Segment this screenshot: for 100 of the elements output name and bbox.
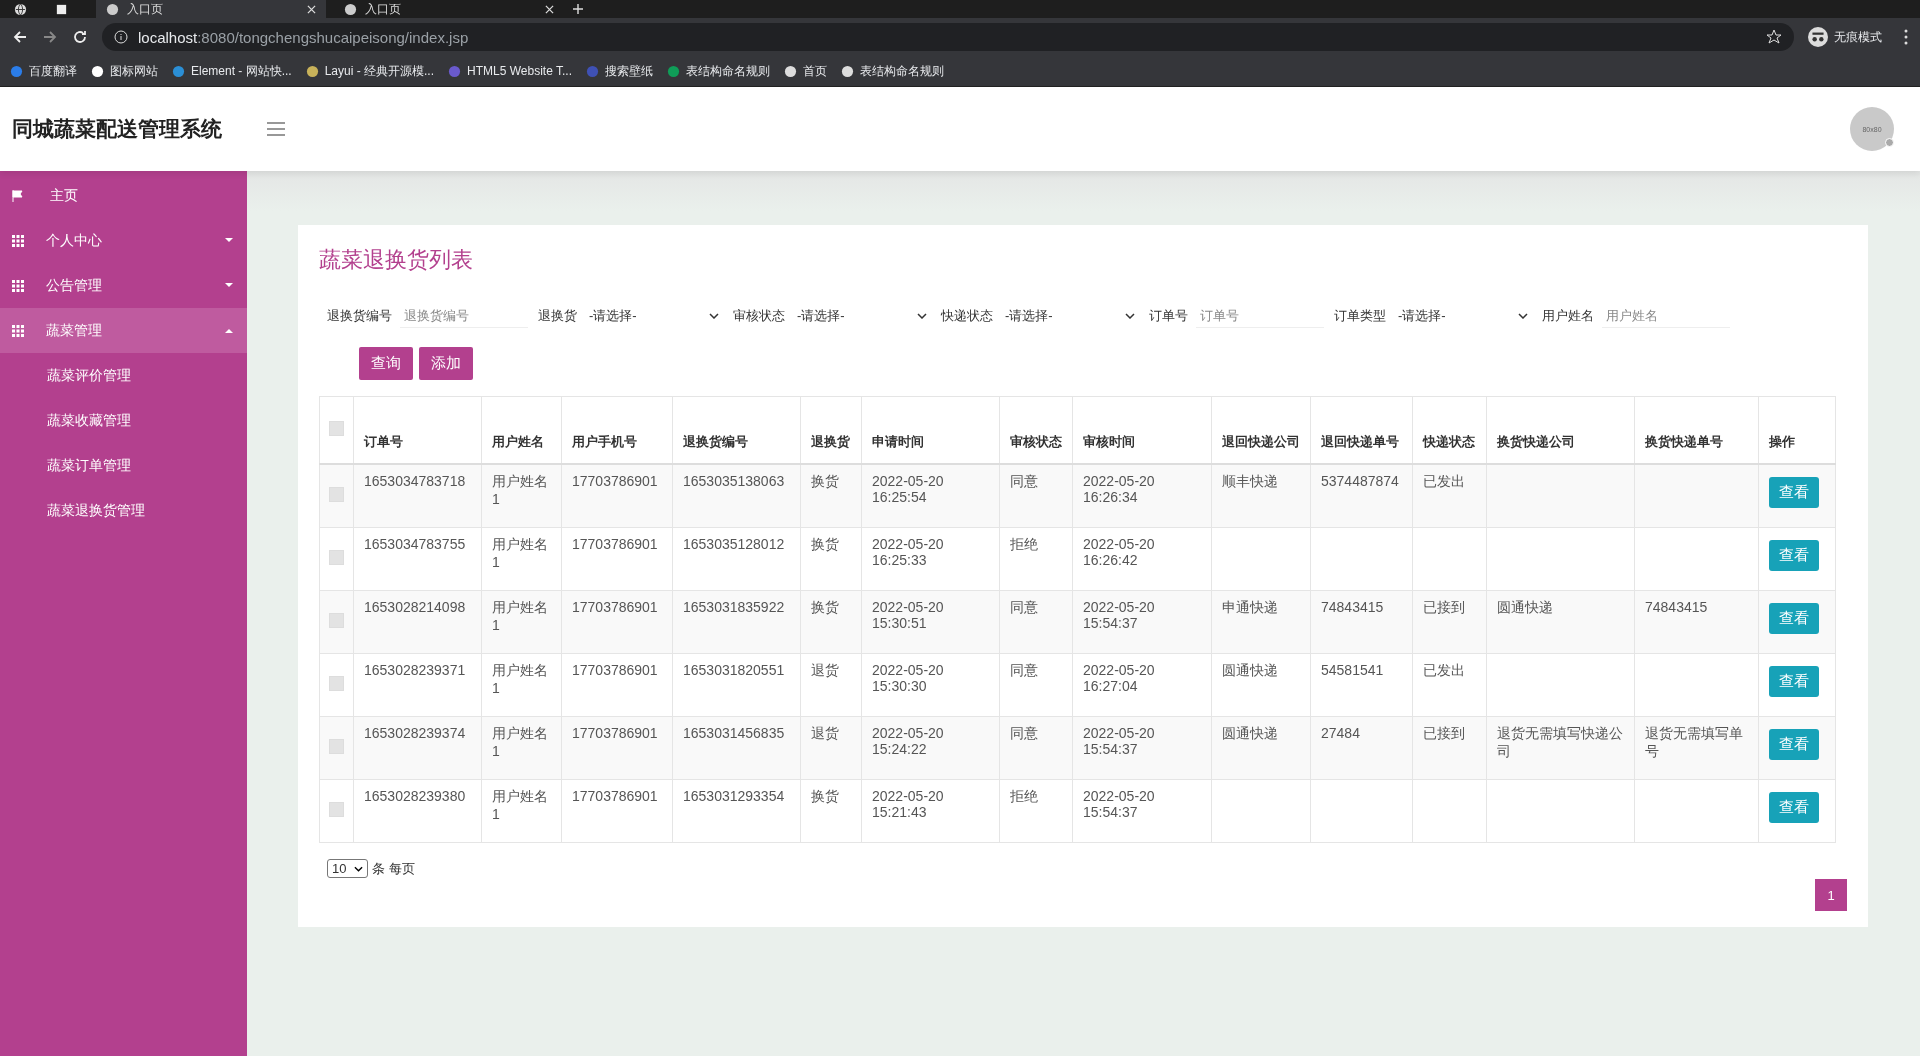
add-button[interactable]: 添加 <box>419 347 473 380</box>
table-cell: 27484 <box>1321 725 1360 741</box>
select-field[interactable]: -请选择- <box>793 303 931 329</box>
view-button[interactable]: 查看 <box>1769 603 1819 634</box>
bookmark[interactable]: 表结构命名规则 <box>667 62 770 80</box>
table-cell: 1653028239374 <box>364 725 466 741</box>
back-icon[interactable] <box>12 29 28 45</box>
sidebar-item[interactable]: 主页 <box>0 173 247 218</box>
table-cell: 已发出 <box>1423 473 1465 489</box>
bookmark[interactable]: HTML5 Website T... <box>448 64 572 78</box>
table-cell: 1653031456835 <box>683 725 785 741</box>
table-cell: 2022-05-20 15:24:22 <box>872 725 944 757</box>
sidebar-item[interactable]: 蔬菜管理 <box>0 308 247 353</box>
sidebar-subitem[interactable]: 蔬菜收藏管理 <box>0 398 247 443</box>
bookmark[interactable]: 搜索壁纸 <box>586 62 653 80</box>
sidebar-subitem[interactable]: 蔬菜退换货管理 <box>0 488 247 533</box>
grid-icon <box>12 234 24 247</box>
close-icon[interactable] <box>307 4 316 14</box>
column-header: 操作 <box>1769 434 1795 449</box>
table-cell: 同意 <box>1010 473 1038 489</box>
table-cell: 1653031835922 <box>683 599 785 615</box>
incognito-icon[interactable] <box>1808 27 1828 47</box>
view-button[interactable]: 查看 <box>1769 540 1819 571</box>
page-title: 蔬菜退换货列表 <box>319 246 474 274</box>
select-field[interactable]: -请选择- <box>1394 303 1532 329</box>
column-header: 审核时间 <box>1083 434 1135 449</box>
checkbox[interactable] <box>329 487 344 502</box>
app-title: 同城蔬菜配送管理系统 <box>12 116 223 142</box>
view-button[interactable]: 查看 <box>1769 666 1819 697</box>
caret-icon <box>225 328 233 333</box>
bookmark[interactable]: 表结构命名规则 <box>841 62 944 80</box>
checkbox[interactable] <box>329 802 344 817</box>
search-button[interactable]: 查询 <box>359 347 413 380</box>
reload-icon[interactable] <box>72 29 88 45</box>
filter-label: 订单号 <box>1149 307 1188 325</box>
bookmark[interactable]: Element - 网站快... <box>172 62 292 80</box>
table-cell: 顺丰快递 <box>1222 473 1278 489</box>
table-cell: 1653028214098 <box>364 599 466 615</box>
chevron-icon <box>709 313 719 319</box>
chevron-icon <box>917 313 927 319</box>
chevron-icon <box>354 865 364 872</box>
view-button[interactable]: 查看 <box>1769 477 1819 508</box>
bookmark[interactable]: Layui - 经典开源模... <box>305 62 435 80</box>
select-field[interactable]: -请选择- <box>585 303 723 329</box>
caret-icon <box>225 238 233 243</box>
new-tab-icon[interactable] <box>572 3 584 15</box>
url-text: localhost:8080/tongchengshucaipeisong/index.jsp <box>138 28 470 46</box>
close-icon[interactable] <box>545 4 554 14</box>
table-cell: 1653028239380 <box>364 788 466 804</box>
table-cell: 用户姓名1 <box>492 725 548 759</box>
column-header: 退回快递公司 <box>1222 434 1300 449</box>
forward-icon[interactable] <box>42 29 58 45</box>
table-cell: 圆通快递 <box>1497 599 1553 615</box>
checkbox[interactable] <box>329 421 344 436</box>
bookmark[interactable]: 百度翻译 <box>10 62 77 80</box>
bookmark-icon <box>667 64 680 78</box>
table-cell: 退货 <box>811 725 839 741</box>
table-cell: 拒绝 <box>1010 536 1038 552</box>
bookmark[interactable]: 图标网站 <box>91 62 158 80</box>
table-cell: 换货 <box>811 788 839 804</box>
caret-icon <box>225 283 233 288</box>
grid-icon <box>12 279 24 292</box>
page-button[interactable]: 1 <box>1815 879 1847 911</box>
checkbox[interactable] <box>329 613 344 628</box>
tab-title: 入口页 <box>127 0 164 18</box>
checkbox[interactable] <box>329 676 344 691</box>
page-icon[interactable] <box>55 2 68 16</box>
browser-tab[interactable]: 入口页 <box>334 0 564 18</box>
table-cell: 1653034783718 <box>364 473 466 489</box>
bookmark[interactable]: 首页 <box>784 62 827 80</box>
sidebar-item[interactable]: 个人中心 <box>0 218 247 263</box>
info-icon <box>114 30 128 44</box>
menu-icon[interactable] <box>1904 29 1908 45</box>
table-cell: 1653035138063 <box>683 473 785 489</box>
browser-tab[interactable]: 入口页 <box>96 0 326 18</box>
checkbox[interactable] <box>329 739 344 754</box>
table-cell: 2022-05-20 16:26:42 <box>1083 536 1155 568</box>
address-bar[interactable]: localhost:8080/tongchengshucaipeisong/index.jsp <box>102 23 1794 51</box>
table-cell: 1653031293354 <box>683 788 785 804</box>
column-header: 订单号 <box>364 434 403 449</box>
table-cell: 2022-05-20 15:54:37 <box>1083 725 1155 757</box>
view-button[interactable]: 查看 <box>1769 729 1819 760</box>
sidebar-subitem[interactable]: 蔬菜订单管理 <box>0 443 247 488</box>
tab-title: 入口页 <box>365 0 402 18</box>
star-icon[interactable] <box>1766 29 1782 45</box>
table-cell: 圆通快递 <box>1222 725 1278 741</box>
filter-label: 快递状态 <box>941 307 993 325</box>
sidebar-subitem[interactable]: 蔬菜评价管理 <box>0 353 247 398</box>
table-cell: 54581541 <box>1321 662 1384 678</box>
view-button[interactable]: 查看 <box>1769 792 1819 823</box>
table-cell: 2022-05-20 16:25:33 <box>872 536 944 568</box>
table-cell: 已接到 <box>1423 725 1465 741</box>
select-field[interactable]: -请选择- <box>1001 303 1139 329</box>
chevron-icon <box>1125 313 1135 319</box>
table-cell: 退货无需填写快递公司 <box>1497 725 1623 759</box>
page-size-select[interactable]: 10 <box>327 859 369 878</box>
column-header: 快递状态 <box>1423 434 1475 449</box>
checkbox[interactable] <box>329 550 344 565</box>
table-cell: 2022-05-20 15:54:37 <box>1083 599 1155 631</box>
sidebar-item[interactable]: 公告管理 <box>0 263 247 308</box>
